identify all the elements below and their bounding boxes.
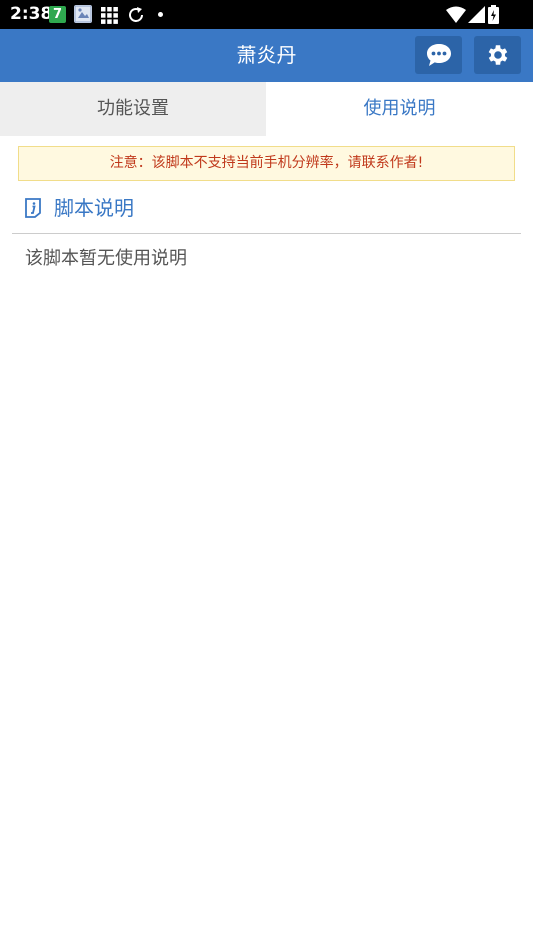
sync-icon (127, 6, 145, 24)
app-badge-icon: 7 (49, 6, 66, 23)
battery-charging-icon (488, 5, 499, 24)
resolution-warning: 注意：该脚本不支持当前手机分辨率，请联系作者! (18, 146, 515, 181)
message-icon (427, 44, 451, 66)
signal-icon (468, 6, 485, 23)
wifi-icon (446, 6, 466, 23)
gear-icon (488, 45, 508, 65)
settings-button[interactable] (474, 36, 521, 74)
section-title: 脚本说明 (54, 196, 134, 220)
dot-icon (158, 12, 163, 17)
status-bar: 2:38 7 (0, 0, 533, 29)
grid-icon (101, 7, 118, 24)
usage-description: 该脚本暂无使用说明 (25, 248, 187, 269)
tab-bar: 功能设置 使用说明 (0, 82, 533, 136)
message-button[interactable] (415, 36, 462, 74)
tab-features[interactable]: 功能设置 (0, 82, 266, 136)
status-time: 2:38 (10, 4, 53, 24)
info-icon (25, 198, 41, 218)
divider (12, 233, 521, 234)
image-notification-icon (74, 5, 92, 23)
tab-usage[interactable]: 使用说明 (266, 82, 533, 136)
app-bar: 萧炎丹 (0, 29, 533, 82)
